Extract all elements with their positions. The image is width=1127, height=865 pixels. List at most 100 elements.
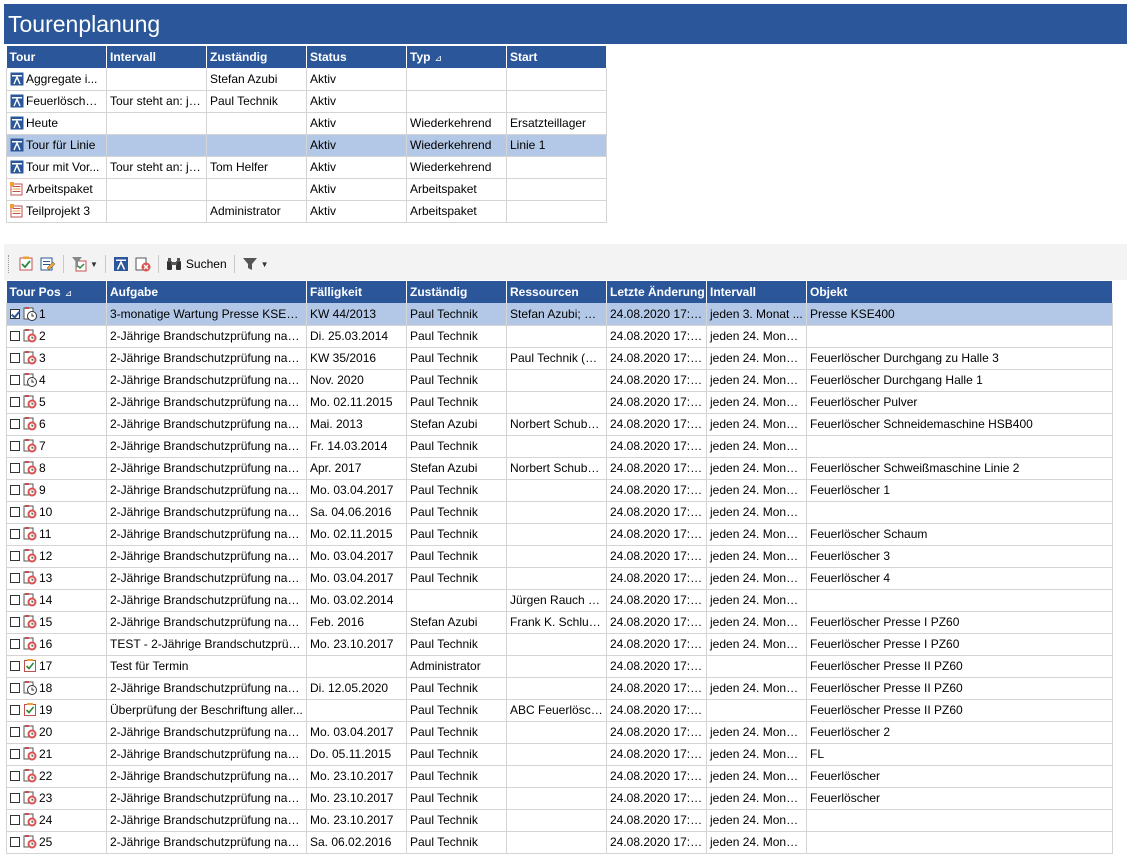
task-row[interactable]: 7 2-Jährige Brandschutzprüfung nac... Fr. … [6,435,1113,458]
tour-col-header[interactable]: Tour [6,46,107,68]
row-checkbox[interactable] [10,617,20,627]
cell-text: 2-Jährige Brandschutzprüfung nac... [110,329,304,343]
row-checkbox[interactable] [10,705,20,715]
row-checkbox[interactable] [10,331,20,341]
row-checkbox[interactable] [10,507,20,517]
row-checkbox[interactable] [10,749,20,759]
tour-cell-zustaendig [206,134,307,157]
row-checkbox[interactable] [10,639,20,649]
row-checkbox[interactable] [10,485,20,495]
tour-row[interactable]: Heute Aktiv Wiederkehrend Ersatzteillager [6,112,607,135]
row-checkbox[interactable] [10,308,20,319]
task-cell-aufgabe: 2-Jährige Brandschutzprüfung nac... [106,369,307,392]
edit-list-button[interactable] [37,253,59,275]
cell-text: Paul Technik [410,703,478,717]
task-check-button[interactable] [15,253,37,275]
tour-row[interactable]: Tour mit Vor... Tour steht an: je... Tom H… [6,156,607,179]
task-row[interactable]: 15 2-Jährige Brandschutzprüfung nac... Feb… [6,611,1113,634]
row-checkbox[interactable] [10,771,20,781]
task-row[interactable]: 1 3-monatige Wartung Presse KSE400 KW 44/2… [6,303,1113,326]
row-checkbox[interactable] [10,529,20,539]
tour-col-header[interactable]: Typ ⊿ [406,46,507,68]
tour-col-header[interactable]: Start [506,46,607,68]
task-row[interactable]: 21 2-Jährige Brandschutzprüfung nac... Do.… [6,743,1113,766]
task-col-header[interactable]: Letzte Änderung [606,281,707,303]
task-cell-pos: 17 [6,655,107,678]
row-checkbox[interactable] [10,353,20,363]
task-row[interactable]: 2 2-Jährige Brandschutzprüfung nac... Di. … [6,325,1113,348]
dropdown-arrow-icon: ▼ [260,259,269,269]
task-col-header[interactable]: Intervall [706,281,807,303]
row-checkbox[interactable] [10,661,20,671]
task-row[interactable]: 9 2-Jährige Brandschutzprüfung nac... Mo. … [6,479,1113,502]
tour-row[interactable]: Arbeitspaket Aktiv Arbeitspaket [6,178,607,201]
task-cell-interv: jeden 24. Monat... [706,501,807,524]
row-checkbox[interactable] [10,375,20,385]
tour-row[interactable]: Aggregate i... Stefan Azubi Aktiv [6,68,607,91]
tour-cell-tour: Aggregate i... [6,68,107,91]
filter-task-button[interactable]: ▼ [68,253,101,275]
tour-col-header[interactable]: Intervall [106,46,207,68]
task-cell-faellig: Apr. 2017 [306,457,407,480]
task-cell-res [506,501,607,524]
task-col-header[interactable]: Ressourcen [506,281,607,303]
tour-row[interactable]: Feuerlöscher... Tour steht an: je... Paul … [6,90,607,113]
row-checkbox[interactable] [10,463,20,473]
task-row[interactable]: 10 2-Jährige Brandschutzprüfung nac... Sa.… [6,501,1113,524]
remove-task-button[interactable] [132,253,154,275]
task-col-header[interactable]: Aufgabe [106,281,307,303]
row-checkbox[interactable] [10,419,20,429]
cell-text: 24.08.2020 17:04 [610,417,704,431]
row-checkbox[interactable] [10,551,20,561]
tour-add-button[interactable] [110,253,132,275]
task-row[interactable]: 17 Test für Termin Administrator 24.08.2020… [6,655,1113,678]
row-checkbox[interactable] [10,595,20,605]
task-row[interactable]: 19 Überprüfung der Beschriftung aller... P… [6,699,1113,722]
row-checkbox[interactable] [10,815,20,825]
binoculars-button[interactable]: Suchen [163,253,230,275]
task-row[interactable]: 20 2-Jährige Brandschutzprüfung nac... Mo.… [6,721,1113,744]
task-cell-obj: Feuerlöscher Presse I PZ60 [806,611,1113,634]
task-row[interactable]: 18 2-Jährige Brandschutzprüfung nac... Di.… [6,677,1113,700]
task-col-header[interactable]: Tour Pos ⊿ [6,281,107,303]
task-cell-res [506,677,607,700]
task-row[interactable]: 12 2-Jährige Brandschutzprüfung nac... Mo.… [6,545,1113,568]
task-row[interactable]: 24 2-Jährige Brandschutzprüfung nac... Mo.… [6,809,1113,832]
row-checkbox[interactable] [10,837,20,847]
task-cell-pos: 21 [6,743,107,766]
task-row[interactable]: 25 2-Jährige Brandschutzprüfung nac... Sa.… [6,831,1113,854]
tour-row[interactable]: Tour für Linie Aktiv Wiederkehrend Linie 1 [6,134,607,157]
task-col-header[interactable]: Fälligkeit [306,281,407,303]
toolbar-grip[interactable] [8,255,11,273]
row-checkbox[interactable] [10,397,20,407]
task-row[interactable]: 23 2-Jährige Brandschutzprüfung nac... Mo.… [6,787,1113,810]
task-row[interactable]: 13 2-Jährige Brandschutzprüfung nac... Mo.… [6,567,1113,590]
row-checkbox[interactable] [10,727,20,737]
task-row[interactable]: 3 2-Jährige Brandschutzprüfung nac... KW 3… [6,347,1113,370]
tour-row[interactable]: Teilprojekt 3 Administrator Aktiv Arbeitspa… [6,200,607,223]
row-checkbox[interactable] [10,793,20,803]
task-row[interactable]: 22 2-Jährige Brandschutzprüfung nac... Mo.… [6,765,1113,788]
task-row[interactable]: 6 2-Jährige Brandschutzprüfung nac... Mai.… [6,413,1113,436]
row-checkbox[interactable] [10,441,20,451]
task-row[interactable]: 16 TEST - 2-Jährige Brandschutzprüfu... Mo… [6,633,1113,656]
task-cell-interv: jeden 24. Monat... [706,347,807,370]
row-checkbox[interactable] [10,573,20,583]
task-col-header[interactable]: Zuständig [406,281,507,303]
task-row[interactable]: 8 2-Jährige Brandschutzprüfung nac... Apr.… [6,457,1113,480]
task-col-header[interactable]: Objekt [806,281,1113,303]
cell-text: Tour steht an: je... [110,160,206,174]
cell-text: 2-Jährige Brandschutzprüfung nac... [110,527,304,541]
row-checkbox[interactable] [10,683,20,693]
task-row[interactable]: 14 2-Jährige Brandschutzprüfung nac... Mo.… [6,589,1113,612]
tour-col-header[interactable]: Status [306,46,407,68]
tour-col-header[interactable]: Zuständig [206,46,307,68]
task-cell-aend: 24.08.2020 17:04 [606,611,707,634]
task-row[interactable]: 5 2-Jährige Brandschutzprüfung nac... Mo. … [6,391,1113,414]
task-row[interactable]: 11 2-Jährige Brandschutzprüfung nac... Mo.… [6,523,1113,546]
task-cell-obj: Feuerlöscher 3 [806,545,1113,568]
filter-button[interactable]: ▼ [239,253,272,275]
task-cell-aufgabe: 2-Jährige Brandschutzprüfung nac... [106,589,307,612]
cell-text: jeden 24. Monat... [710,813,807,827]
task-row[interactable]: 4 2-Jährige Brandschutzprüfung nac... Nov.… [6,369,1113,392]
